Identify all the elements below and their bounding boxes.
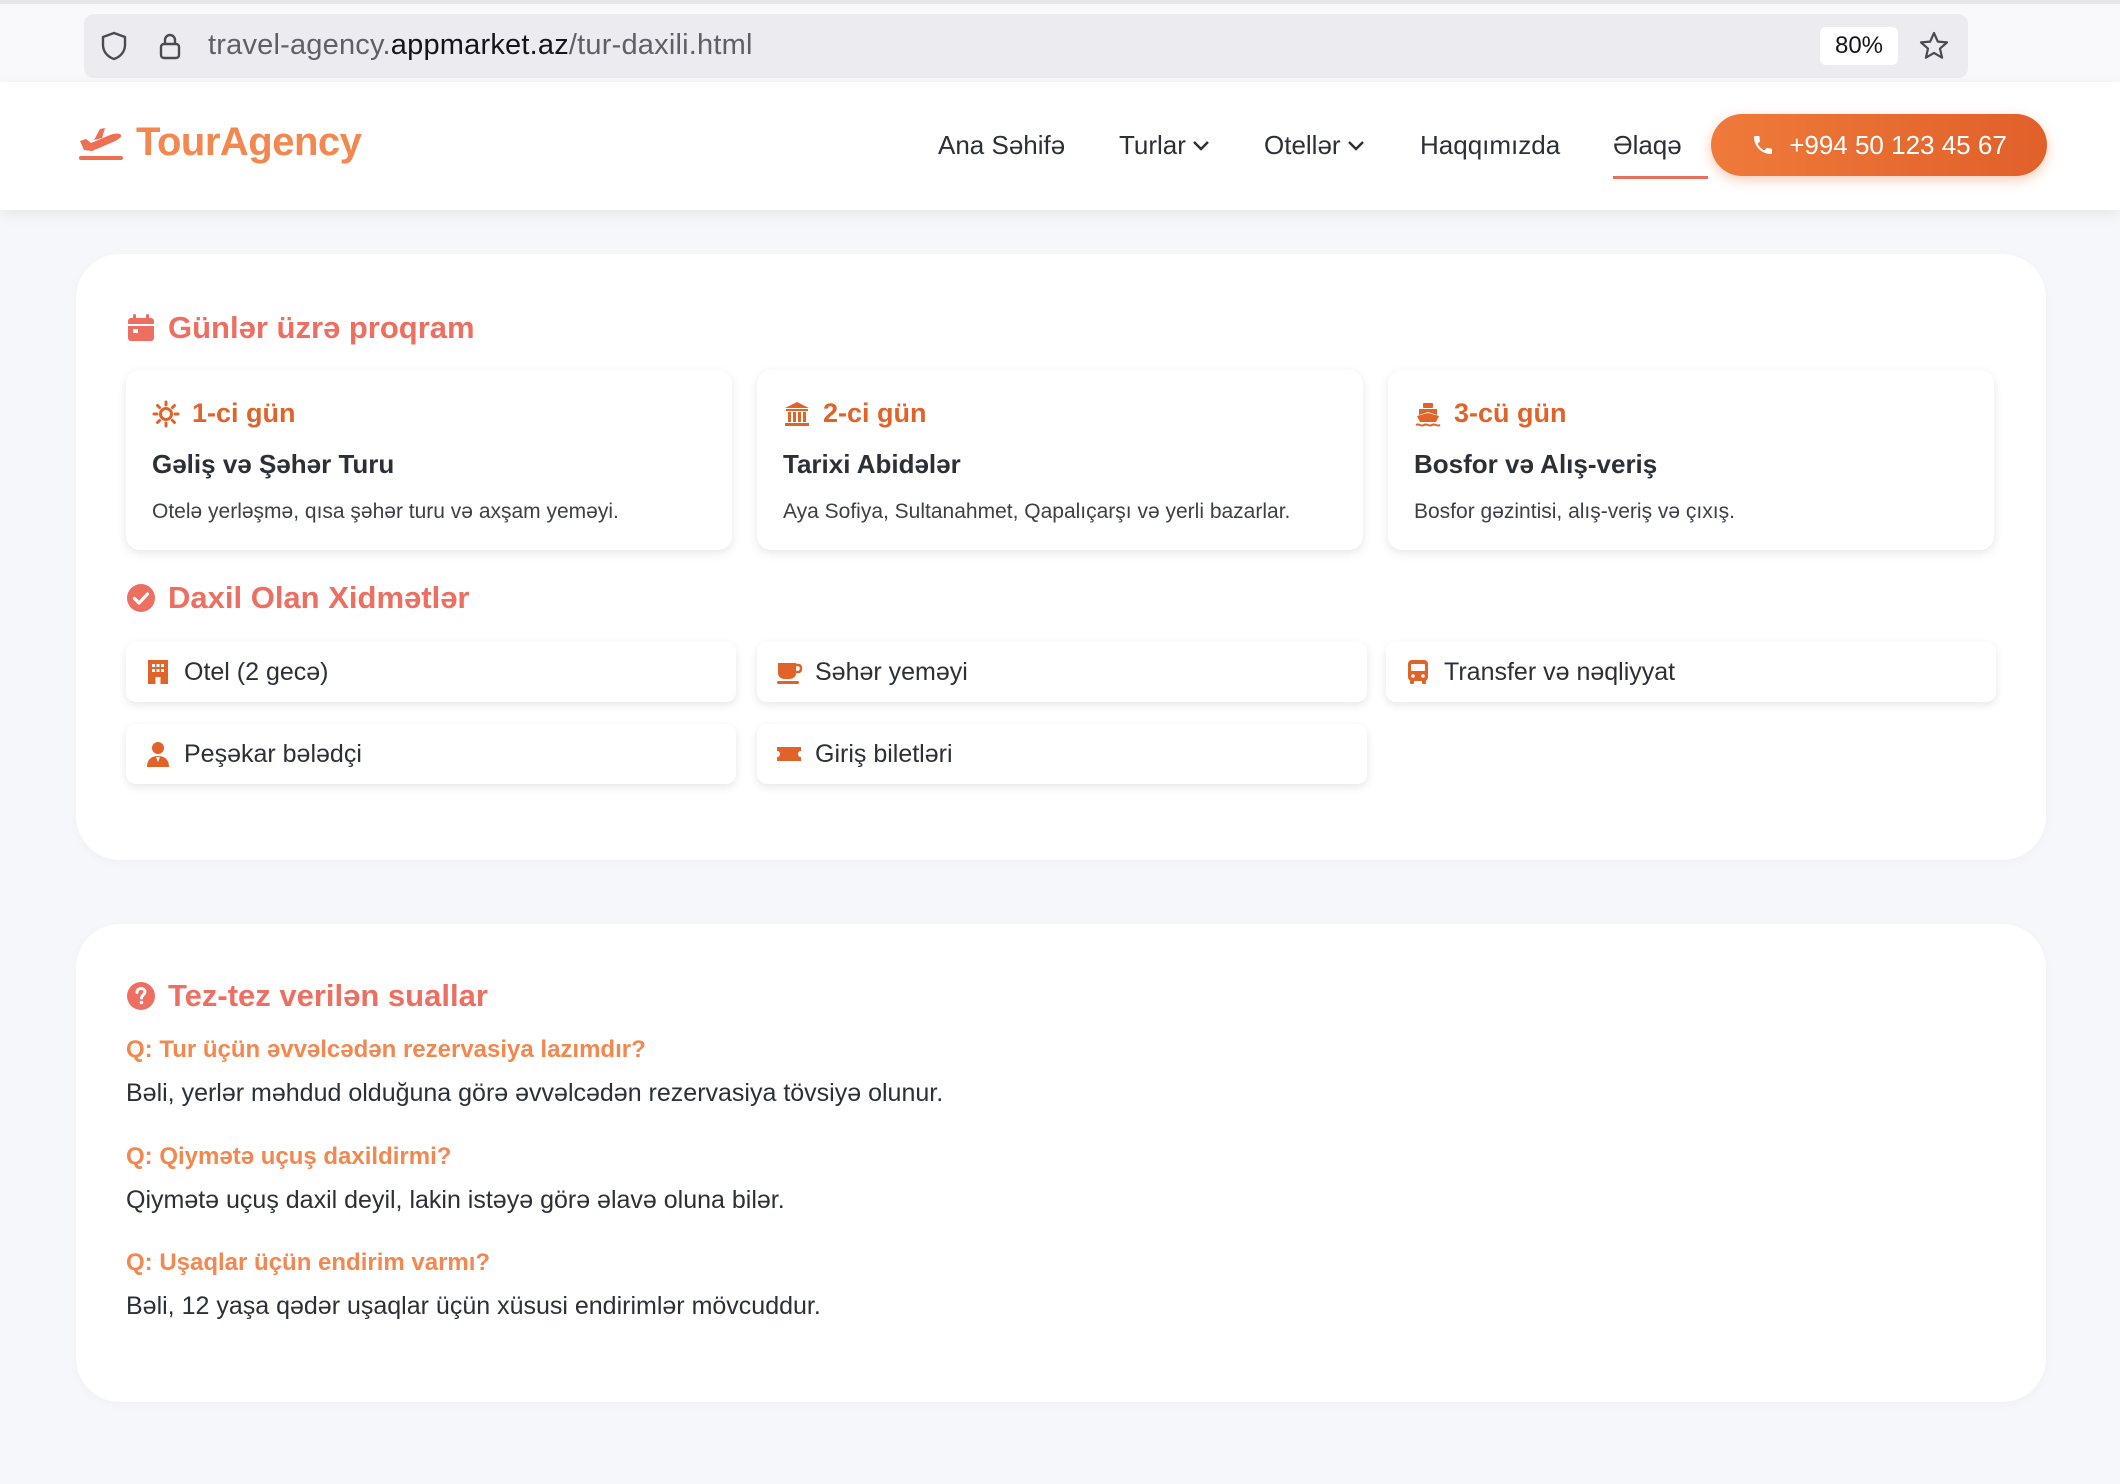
faq-answer: Bəli, yerlər məhdud olduğuna görə əvvəlc… bbox=[126, 1079, 944, 1107]
nav-contact-label: Əlaqə bbox=[1613, 130, 1682, 160]
day-card: 2-ci gün Tarixi Abidələr Aya Sofiya, Sul… bbox=[757, 370, 1363, 550]
nav-hotels[interactable]: Otellər bbox=[1264, 130, 1365, 161]
service-item: Giriş biletləri bbox=[757, 724, 1367, 784]
day-label: 1-ci gün bbox=[152, 398, 296, 429]
nav-contact[interactable]: Əlaqə bbox=[1613, 130, 1708, 179]
faq-section-title: Tez-tez verilən suallar bbox=[126, 978, 488, 1014]
address-bar[interactable]: travel-agency.appmarket.az/tur-daxili.ht… bbox=[84, 14, 1968, 78]
day-number: 3-cü gün bbox=[1454, 398, 1567, 428]
service-label: Giriş biletləri bbox=[815, 739, 953, 768]
guide-icon bbox=[147, 742, 169, 767]
phone-icon bbox=[1754, 136, 1773, 154]
program-section-title: Günlər üzrə proqram bbox=[126, 310, 475, 346]
nav-hotels-label: Otellər bbox=[1264, 130, 1341, 160]
hotel-icon bbox=[148, 660, 168, 684]
faq-answer: Bəli, 12 yaşa qədər uşaqlar üçün xüsusi … bbox=[126, 1292, 821, 1320]
day-description: Otelə yerləşmə, qısa şəhər turu və axşam… bbox=[152, 500, 619, 523]
day-number: 2-ci gün bbox=[823, 398, 927, 428]
ship-icon bbox=[1415, 402, 1441, 427]
services-section-title: Daxil Olan Xidmətlər bbox=[126, 580, 470, 616]
service-label: Səhər yeməyi bbox=[815, 657, 968, 686]
faq-question: Q: Qiymətə uçuş daxildirmi? bbox=[126, 1143, 452, 1170]
service-label: Peşəkar bələdçi bbox=[184, 739, 362, 768]
chevron-down-icon bbox=[1347, 140, 1364, 151]
program-title-text: Günlər üzrə proqram bbox=[168, 310, 475, 345]
day-description: Aya Sofiya, Sultanahmet, Qapalıçarşı və … bbox=[783, 500, 1291, 523]
site-header: TourAgency Ana Səhifə Turlar Otellər Haq… bbox=[0, 82, 2120, 210]
faq-answer: Qiymətə uçuş daxil deyil, lakin istəyə g… bbox=[126, 1186, 785, 1214]
nav-about[interactable]: Haqqımızda bbox=[1420, 130, 1560, 161]
landmark-icon bbox=[785, 401, 809, 426]
nav-tours[interactable]: Turlar bbox=[1119, 130, 1210, 161]
day-label: 2-ci gün bbox=[783, 398, 927, 429]
faq-title-text: Tez-tez verilən suallar bbox=[168, 978, 488, 1013]
nav-tours-label: Turlar bbox=[1119, 130, 1186, 160]
service-label: Transfer və nəqliyyat bbox=[1444, 657, 1676, 686]
services-title-text: Daxil Olan Xidmətlər bbox=[168, 580, 470, 615]
day-title: Tarixi Abidələr bbox=[783, 449, 961, 479]
nav-about-label: Haqqımızda bbox=[1420, 130, 1561, 160]
ticket-icon bbox=[777, 747, 801, 761]
day-label: 3-cü gün bbox=[1414, 398, 1567, 429]
shield-icon[interactable] bbox=[98, 30, 130, 62]
chevron-down-icon bbox=[1193, 140, 1209, 151]
coffee-icon bbox=[777, 663, 803, 684]
faq-card: Tez-tez verilən suallar Q: Tur üçün əvvə… bbox=[76, 924, 2046, 1402]
service-item: Otel (2 gecə) bbox=[126, 642, 736, 702]
question-circle-icon bbox=[127, 982, 155, 1010]
nav-home[interactable]: Ana Səhifə bbox=[938, 130, 1065, 161]
day-number: 1-ci gün bbox=[192, 398, 296, 428]
faq-question: Q: Uşaqlar üçün endirim varmı? bbox=[126, 1249, 491, 1276]
faq-question: Q: Tur üçün əvvəlcədən rezervasiya lazım… bbox=[126, 1036, 646, 1063]
lock-icon[interactable] bbox=[154, 30, 186, 62]
day-card: 1-ci gün Gəliş və Şəhər Turu Otelə yerlə… bbox=[126, 370, 732, 550]
calendar-icon bbox=[128, 314, 154, 341]
service-item: Səhər yeməyi bbox=[757, 642, 1367, 702]
service-item: Transfer və nəqliyyat bbox=[1386, 642, 1996, 702]
service-label: Otel (2 gecə) bbox=[184, 657, 329, 686]
day-card: 3-cü gün Bosfor və Alış-veriş Bosfor gəz… bbox=[1388, 370, 1994, 550]
sun-icon bbox=[152, 400, 180, 427]
check-circle-icon bbox=[127, 584, 155, 612]
phone-number: +994 50 123 45 67 bbox=[1789, 129, 2007, 160]
phone-button[interactable]: +994 50 123 45 67 bbox=[1711, 114, 2047, 176]
day-title: Gəliş və Şəhər Turu bbox=[152, 449, 395, 479]
browser-toolbar: travel-agency.appmarket.az/tur-daxili.ht… bbox=[0, 0, 2120, 82]
url-text[interactable]: travel-agency.appmarket.az/tur-daxili.ht… bbox=[208, 29, 753, 62]
day-title: Bosfor və Alış-veriş bbox=[1414, 449, 1658, 479]
service-item: Peşəkar bələdçi bbox=[126, 724, 736, 784]
zoom-level-badge[interactable]: 80% bbox=[1820, 27, 1898, 65]
bus-icon bbox=[1408, 660, 1428, 684]
star-bookmark-icon[interactable] bbox=[1918, 30, 1950, 62]
day-description: Bosfor gəzintisi, alış-veriş və çıxış. bbox=[1414, 500, 1735, 523]
nav-home-label: Ana Səhifə bbox=[938, 130, 1066, 160]
program-card: Günlər üzrə proqram 1-ci gün Gəliş və Şə… bbox=[76, 254, 2046, 860]
